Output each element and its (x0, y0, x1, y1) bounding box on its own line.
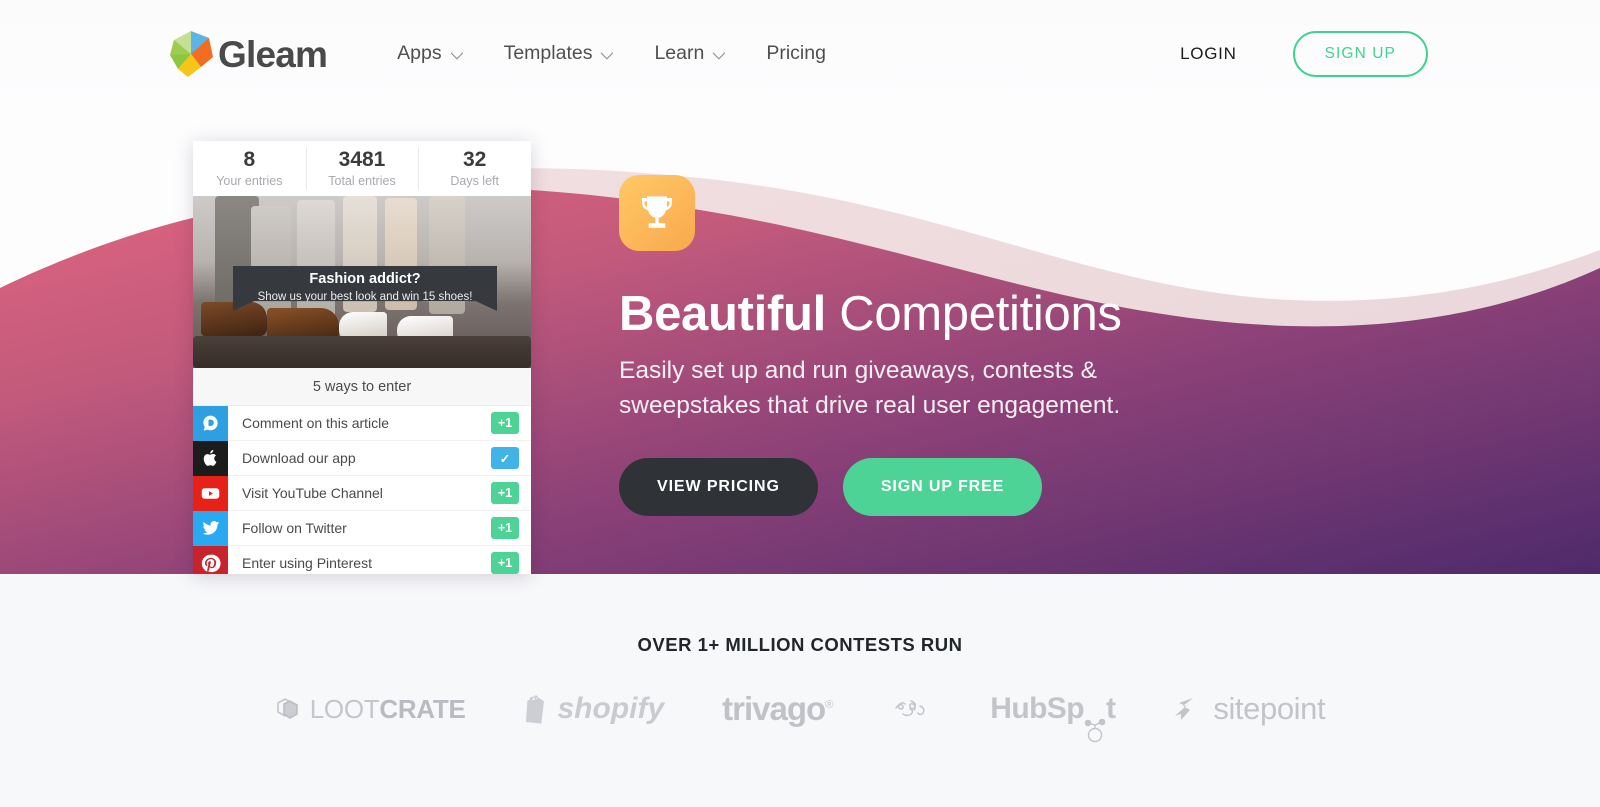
social-proof-title: OVER 1+ MILLION CONTESTS RUN (637, 634, 963, 655)
ribbon-sub-before: Show us your best look and win (257, 290, 423, 303)
header-actions: LOGIN SIGN UP (1180, 31, 1428, 77)
razer-logo (890, 686, 932, 732)
brand-logo-row: LOOTCRATE shopify trivago® HubSp t sitep… (0, 686, 1600, 743)
sitepoint-text: sitepoint (1213, 691, 1326, 726)
trivago-logo: trivago® (722, 690, 833, 727)
nav-label: Apps (397, 42, 442, 65)
stat-your-entries: 8 Your entries (193, 141, 306, 196)
nav-item-pricing[interactable]: Pricing (744, 44, 848, 64)
sitepoint-logo: sitepoint (1173, 686, 1326, 732)
gleam-polygon-logo-icon (168, 29, 215, 79)
hero-cta-row: VIEW PRICING SIGN UP FREE (619, 457, 1319, 516)
lootcrate-part1: LOOT (309, 693, 380, 724)
trophy-icon (619, 175, 695, 251)
main-nav: Apps Templates Learn Pricing (375, 44, 848, 64)
entry-row-apple[interactable]: Download our app ✓ (193, 440, 531, 476)
shopify-text: shopify (557, 692, 665, 725)
twitter-icon (193, 510, 228, 546)
pinterest-icon (193, 545, 228, 574)
entry-row-disqus[interactable]: Comment on this article +1 (193, 405, 531, 441)
hubspot-text: HubSp (990, 692, 1084, 725)
ribbon-sub-link: 15 shoes (422, 290, 470, 303)
brand-logo[interactable]: Gleam (168, 29, 328, 79)
disqus-icon (193, 405, 228, 441)
hero-copy: Beautiful Competitions Easily set up and… (619, 175, 1319, 516)
chevron-down-icon (450, 46, 463, 59)
entry-label: Follow on Twitter (242, 520, 347, 536)
widget-stats: 8 Your entries 3481 Total entries 32 Day… (193, 141, 531, 196)
entry-row-pinterest[interactable]: Enter using Pinterest +1 (193, 545, 531, 574)
view-pricing-button[interactable]: VIEW PRICING (619, 457, 818, 516)
ribbon-sub-after: ! (469, 290, 473, 303)
entry-row-youtube[interactable]: Visit YouTube Channel +1 (193, 475, 531, 511)
ribbon-title: Fashion addict? (309, 271, 421, 287)
hubspot-logo: HubSp t (990, 686, 1116, 743)
trivago-text: trivago (722, 690, 826, 727)
stat-value: 3481 (338, 148, 386, 172)
stat-label: Your entries (216, 173, 283, 188)
entry-row-twitter[interactable]: Follow on Twitter +1 (193, 510, 531, 546)
social-proof-section: OVER 1+ MILLION CONTESTS RUN LOOTCRATE s… (0, 574, 1600, 807)
entry-label: Enter using Pinterest (242, 555, 372, 571)
nav-label: Templates (503, 42, 593, 65)
nav-item-templates[interactable]: Templates (482, 44, 633, 64)
photo-shape (251, 206, 291, 318)
ways-to-enter-header: 5 ways to enter (193, 368, 531, 406)
hero-title-light: Competitions (839, 287, 1122, 341)
hero-title-bold: Beautiful (619, 287, 826, 341)
sign-up-button[interactable]: SIGN UP (1292, 31, 1428, 77)
sign-up-free-button[interactable]: SIGN UP FREE (842, 457, 1043, 516)
login-link[interactable]: LOGIN (1180, 44, 1236, 64)
stat-label: Total entries (328, 173, 396, 188)
entry-badge: +1 (491, 552, 519, 574)
hero-subtitle: Easily set up and run giveaways, contest… (619, 357, 1121, 420)
brand-name: Gleam (218, 33, 328, 75)
apple-icon (193, 440, 228, 476)
nav-label: Pricing (766, 42, 826, 65)
stat-value: 32 (463, 148, 487, 172)
youtube-icon (193, 475, 228, 511)
competition-widget: 8 Your entries 3481 Total entries 32 Day… (193, 141, 531, 574)
nav-label: Learn (654, 42, 705, 65)
hero-title: Beautiful Competitions (619, 287, 1319, 341)
entry-label: Download our app (242, 450, 356, 466)
chevron-down-icon (712, 46, 726, 59)
entry-badge: +1 (491, 517, 519, 539)
site-header: Gleam Apps Templates Learn Pricing LOGIN… (0, 0, 1600, 108)
shopify-logo: shopify (523, 686, 664, 732)
lootcrate-part2: CRATE (379, 693, 466, 724)
chevron-down-icon (601, 46, 614, 59)
entry-badge: ✓ (491, 447, 519, 469)
entry-label: Visit YouTube Channel (242, 485, 383, 501)
stat-label: Days left (450, 173, 499, 188)
lootcrate-logo: LOOTCRATE (275, 686, 466, 732)
hubspot-tail: t (1105, 692, 1116, 725)
entry-label: Comment on this article (242, 415, 390, 431)
landing-page: Beautiful Competitions Easily set up and… (0, 0, 1600, 807)
photo-ground (193, 336, 531, 368)
stat-total-entries: 3481 Total entries (305, 141, 419, 196)
competition-photo: Fashion addict? Show us your best look a… (193, 196, 531, 368)
nav-item-apps[interactable]: Apps (375, 44, 481, 64)
entry-badge: +1 (491, 412, 519, 434)
stat-days-left: 32 Days left (418, 141, 531, 196)
entry-badge: +1 (491, 482, 519, 504)
stat-value: 8 (243, 148, 256, 172)
nav-item-learn[interactable]: Learn (632, 44, 744, 64)
